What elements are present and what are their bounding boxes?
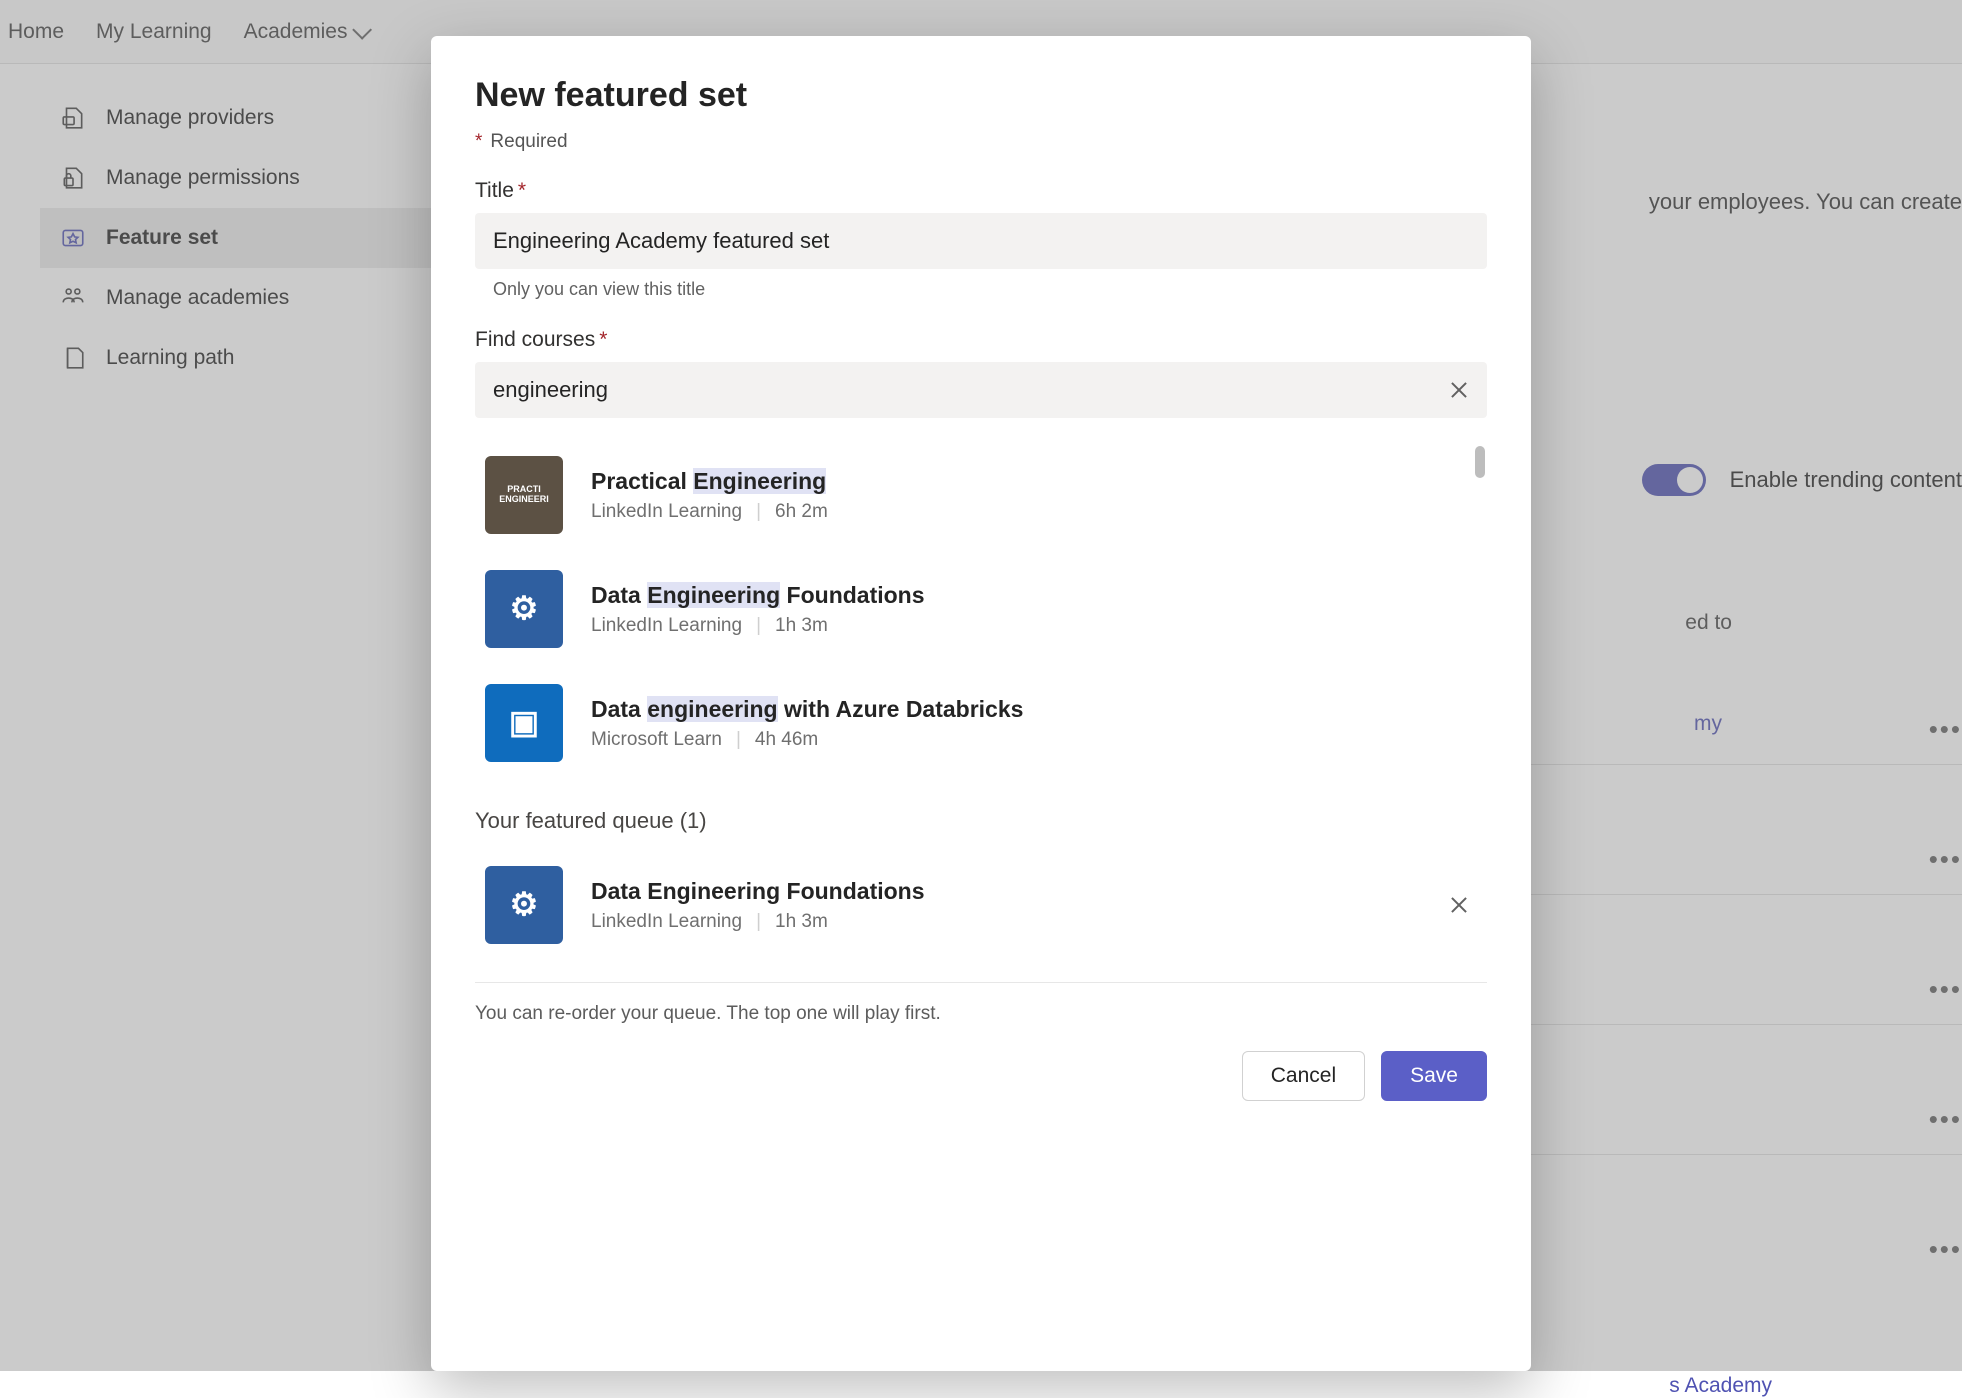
clear-search-icon[interactable] bbox=[1445, 376, 1473, 404]
course-thumbnail: ⚙ bbox=[485, 866, 563, 944]
modal-overlay: New featured set *Required Title* Only y… bbox=[0, 0, 1962, 1371]
course-thumbnail: ⚙ bbox=[485, 570, 563, 648]
title-input[interactable] bbox=[475, 213, 1487, 269]
queue-item[interactable]: ⚙ Data Engineering Foundations LinkedIn … bbox=[475, 848, 1487, 962]
course-meta: Microsoft Learn|4h 46m bbox=[591, 729, 1459, 751]
required-note: *Required bbox=[475, 131, 1487, 153]
course-title: Data Engineering Foundations bbox=[591, 582, 1459, 609]
course-thumbnail: ▣ bbox=[485, 684, 563, 762]
course-meta: LinkedIn Learning|1h 3m bbox=[591, 615, 1459, 637]
results-scrollbar[interactable] bbox=[1475, 446, 1485, 478]
title-label: Title* bbox=[475, 179, 1487, 203]
queue-heading: Your featured queue (1) bbox=[475, 808, 1487, 834]
remove-queue-item-icon[interactable] bbox=[1445, 891, 1473, 919]
find-courses-label: Find courses* bbox=[475, 328, 1487, 352]
new-featured-set-modal: New featured set *Required Title* Only y… bbox=[431, 36, 1531, 1371]
search-results: PRACTI ENGINEERI Practical Engineering L… bbox=[475, 438, 1487, 780]
course-result[interactable]: ▣ Data engineering with Azure Databricks… bbox=[475, 666, 1469, 780]
course-title: Data engineering with Azure Databricks bbox=[591, 696, 1459, 723]
divider bbox=[475, 982, 1487, 983]
course-title: Practical Engineering bbox=[591, 468, 1459, 495]
reorder-note: You can re-order your queue. The top one… bbox=[475, 1003, 1487, 1025]
modal-title: New featured set bbox=[475, 76, 1487, 115]
course-title: Data Engineering Foundations bbox=[591, 878, 1477, 905]
course-meta: LinkedIn Learning|6h 2m bbox=[591, 501, 1459, 523]
title-hint: Only you can view this title bbox=[493, 279, 1487, 300]
save-button[interactable]: Save bbox=[1381, 1051, 1487, 1101]
course-meta: LinkedIn Learning|1h 3m bbox=[591, 911, 1477, 933]
course-result[interactable]: PRACTI ENGINEERI Practical Engineering L… bbox=[475, 438, 1469, 552]
course-thumbnail: PRACTI ENGINEERI bbox=[485, 456, 563, 534]
link-academy[interactable]: s Academy bbox=[1669, 1374, 1772, 1398]
cancel-button[interactable]: Cancel bbox=[1242, 1051, 1365, 1101]
course-result[interactable]: ⚙ Data Engineering Foundations LinkedIn … bbox=[475, 552, 1469, 666]
find-courses-input[interactable] bbox=[475, 362, 1487, 418]
